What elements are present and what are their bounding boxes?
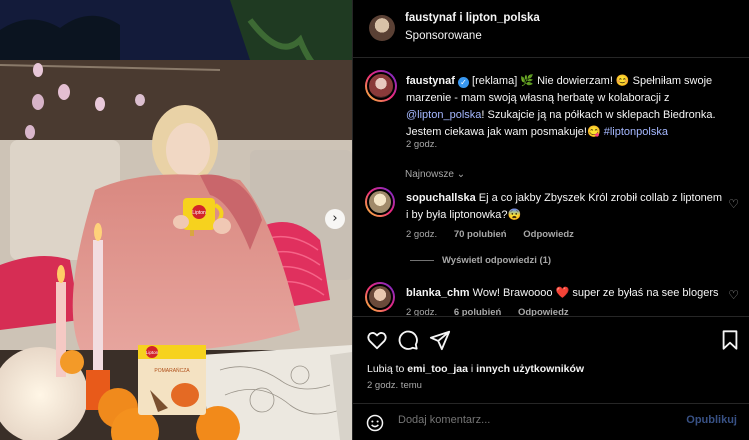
comment-icon[interactable]: [397, 329, 419, 351]
comment-text: sopuchallska Ej a co jakby Zbyszek Król …: [406, 190, 726, 224]
comment-text: blanka_chm Wow! Brawoooo ❤️ super ze był…: [406, 285, 726, 302]
post-panel: faustynaf i lipton_polska Sponsorowane f…: [353, 0, 749, 440]
bookmark-icon[interactable]: [719, 329, 741, 351]
caption-username[interactable]: faustynaf: [406, 75, 455, 87]
comment-username[interactable]: blanka_chm: [406, 287, 470, 299]
publish-button[interactable]: Opublikuj: [686, 414, 737, 426]
heart-icon[interactable]: ♡: [728, 288, 739, 302]
action-bar: Lubią to emi_too_jaa i innych użytkownik…: [353, 316, 749, 440]
comment-bar: Opublikuj: [353, 403, 749, 440]
reply-button[interactable]: Odpowiedz: [523, 229, 574, 240]
replies-line: [410, 259, 434, 261]
comment-username[interactable]: sopuchallska: [406, 192, 476, 204]
box-brand-text: Lipton: [146, 350, 159, 355]
lipton-tea-box: Lipton POMARAŃCZA: [138, 345, 206, 415]
hashtag-link[interactable]: #liptonpolska: [604, 126, 668, 138]
heart-icon[interactable]: ♡: [728, 197, 739, 211]
comment-meta: 2 godz. 70 polubień Odpowiedz: [406, 229, 588, 240]
caption-text: faustynaf ✓ [reklama] 🌿 Nie dowierzam! 😊…: [406, 73, 731, 141]
comment-likes[interactable]: 70 polubień: [454, 229, 507, 240]
avatar[interactable]: [365, 70, 397, 102]
header-usernames[interactable]: faustynaf i lipton_polska: [405, 12, 540, 24]
post-time-ago[interactable]: 2 godz. temu: [367, 380, 422, 391]
post-photo[interactable]: Lipton Lipton POMARAŃCZA ›: [0, 0, 352, 440]
sort-dropdown[interactable]: Najnowsze ⌄: [405, 169, 465, 180]
view-replies-label: Wyświetl odpowiedzi (1): [442, 255, 552, 266]
likes-summary: Lubią to emi_too_jaa i innych użytkownik…: [367, 363, 584, 375]
emoji-icon[interactable]: [366, 414, 384, 432]
photo-illustration: Lipton Lipton POMARAŃCZA: [0, 0, 352, 440]
box-label-text: POMARAŃCZA: [154, 367, 190, 374]
likes-others[interactable]: innych użytkowników: [476, 363, 584, 375]
heart-icon[interactable]: [366, 329, 388, 351]
avatar[interactable]: [369, 15, 395, 41]
caption-time[interactable]: 2 godz.: [406, 139, 437, 150]
sponsored-label[interactable]: Sponsorowane: [405, 30, 482, 42]
comment-time[interactable]: 2 godz.: [406, 229, 437, 240]
likes-user[interactable]: emi_too_jaa: [407, 363, 468, 375]
chevron-right-icon[interactable]: ›: [325, 209, 345, 229]
avatar[interactable]: [365, 187, 395, 217]
likes-prefix: Lubią to: [367, 363, 408, 375]
mug-brand-text: Lipton: [192, 210, 206, 216]
post-header: faustynaf i lipton_polska Sponsorowane: [353, 0, 749, 58]
share-icon[interactable]: [429, 329, 451, 351]
avatar[interactable]: [365, 282, 395, 312]
comment-body: Wow! Brawoooo ❤️ super ze byłaś na see b…: [469, 287, 719, 299]
likes-middle: i: [468, 363, 477, 375]
comment-input[interactable]: [398, 414, 658, 426]
verified-icon: ✓: [457, 77, 469, 88]
view-replies-button[interactable]: Wyświetl odpowiedzi (1): [410, 255, 551, 266]
mention-link[interactable]: @lipton_polska: [406, 109, 481, 121]
